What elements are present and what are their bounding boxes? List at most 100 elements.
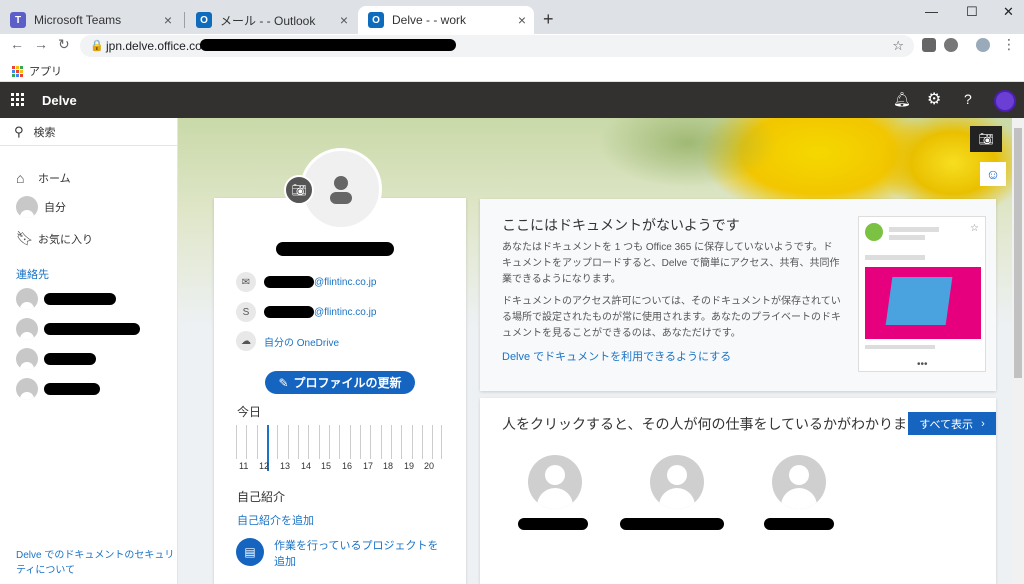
tab-label: メール - - Outlook bbox=[220, 13, 316, 28]
preview-avatar bbox=[865, 223, 883, 241]
tab-label: Microsoft Teams bbox=[34, 13, 122, 27]
home-icon: ⌂ bbox=[16, 170, 25, 186]
nav-me[interactable]: 自分 bbox=[16, 196, 66, 218]
star-icon: ☆ bbox=[970, 223, 979, 234]
pencil-icon: ✎ bbox=[278, 375, 289, 390]
user-avatar[interactable] bbox=[994, 90, 1016, 112]
tab-outlook[interactable]: O メール - - Outlook × bbox=[186, 6, 356, 34]
new-tab-button[interactable]: + bbox=[543, 9, 554, 30]
enable-documents-link[interactable]: Delve でドキュメントを利用できるようにする bbox=[502, 348, 731, 364]
scrollbar-thumb[interactable] bbox=[1014, 128, 1022, 378]
menu-kebab-icon[interactable]: ⋮ bbox=[1002, 36, 1016, 53]
search-icon: ⚲ bbox=[14, 123, 24, 139]
contact-item[interactable] bbox=[16, 288, 116, 310]
browser-tabstrip: T Microsoft Teams × O メール - - Outlook × … bbox=[0, 0, 1024, 34]
contact-item[interactable] bbox=[16, 318, 140, 340]
gear-icon[interactable]: ⚙ bbox=[927, 89, 941, 109]
avatar bbox=[16, 348, 38, 370]
app-launcher-icon[interactable] bbox=[11, 93, 24, 106]
change-photo-camera-icon[interactable]: 📷︎ bbox=[284, 175, 314, 205]
tab-teams[interactable]: T Microsoft Teams × bbox=[0, 6, 180, 34]
email-row[interactable]: ✉ @flintinc.co.jp bbox=[236, 272, 376, 292]
tab-divider bbox=[184, 12, 185, 28]
close-icon[interactable]: × bbox=[518, 12, 526, 28]
skype-row[interactable]: S @flintinc.co.jp bbox=[236, 302, 376, 322]
help-icon[interactable]: ? bbox=[964, 91, 972, 107]
avatar bbox=[16, 196, 38, 218]
avatar bbox=[16, 318, 38, 340]
close-icon[interactable]: × bbox=[340, 12, 348, 28]
forward-icon[interactable]: → bbox=[34, 36, 48, 52]
avatar bbox=[16, 378, 38, 400]
people-card-title: 人をクリックすると、その人が何の仕事をしているかがわかります bbox=[502, 416, 922, 432]
add-project-row[interactable]: ▤ 作業を行っているプロジェクトを追加 bbox=[236, 538, 444, 570]
outlook-icon: O bbox=[196, 12, 212, 28]
calendar-day: 20 bbox=[424, 461, 435, 471]
redacted-skype-user bbox=[264, 306, 314, 318]
url-text: jpn.delve.office.com/ bbox=[106, 39, 216, 53]
docs-card-text: ドキュメントのアクセス許可については、そのドキュメントが保存されている場所で設定… bbox=[502, 296, 841, 339]
show-all-button[interactable]: すべて表示 › bbox=[908, 412, 996, 435]
maximize-button[interactable]: ☐ bbox=[966, 4, 978, 20]
email-domain: @flintinc.co.jp bbox=[314, 276, 377, 288]
intro-header: 自己紹介 bbox=[237, 490, 286, 504]
contact-item[interactable] bbox=[16, 378, 100, 400]
calendar-day: 11 bbox=[239, 461, 249, 471]
nav-home-label: ホーム bbox=[38, 173, 71, 185]
cloud-icon: ☁ bbox=[236, 331, 256, 351]
browser-toolbar: ← → ↻ 🔒 jpn.delve.office.com/ ☆ ⋮ bbox=[0, 34, 1024, 58]
cloud-extension-icon[interactable] bbox=[944, 38, 958, 52]
update-profile-button[interactable]: ✎ プロファイルの更新 bbox=[265, 371, 415, 394]
contacts-header: 連絡先 bbox=[16, 269, 49, 281]
outlook-icon: O bbox=[368, 12, 384, 28]
calendar-day: 13 bbox=[280, 461, 291, 471]
security-link[interactable]: Delve でのドキュメントのセキュリティについて bbox=[16, 548, 176, 578]
nav-favorites[interactable]: 🔖︎ お気に入り bbox=[16, 230, 93, 247]
calendar-day: 19 bbox=[404, 461, 415, 471]
redacted-profile-name bbox=[276, 242, 394, 256]
back-icon[interactable]: ← bbox=[10, 36, 24, 52]
app-title[interactable]: Delve bbox=[42, 93, 77, 108]
person-avatar[interactable] bbox=[650, 455, 704, 509]
lock-icon: 🔒 bbox=[90, 40, 104, 52]
reload-icon[interactable]: ↻ bbox=[58, 36, 70, 53]
scrollbar[interactable] bbox=[1012, 118, 1024, 584]
redacted-person-name bbox=[764, 518, 834, 530]
calendar-strip[interactable]: 11 12 13 14 15 16 17 18 19 20 bbox=[236, 425, 442, 473]
tab-delve[interactable]: O Delve - - work × bbox=[358, 6, 534, 34]
extension-icon[interactable] bbox=[922, 38, 936, 52]
map-icon bbox=[885, 277, 953, 325]
smiley-feedback-icon[interactable]: ☺ bbox=[980, 162, 1006, 186]
close-icon[interactable]: × bbox=[164, 12, 172, 28]
update-profile-label: プロファイルの更新 bbox=[293, 376, 402, 390]
banner-camera-button[interactable]: 📷︎ bbox=[970, 126, 1002, 152]
bookmark-star-icon[interactable]: ☆ bbox=[892, 38, 904, 54]
minimize-button[interactable]: — bbox=[925, 4, 938, 19]
add-intro-link[interactable]: 自己紹介を追加 bbox=[237, 512, 314, 528]
address-bar[interactable]: 🔒 jpn.delve.office.com/ ☆ bbox=[80, 35, 914, 57]
add-project-link[interactable]: 作業を行っているプロジェクトを追加 bbox=[274, 538, 444, 570]
suite-header: Delve 🔔︎ ⚙ ? bbox=[0, 82, 1024, 118]
redacted-person-name bbox=[620, 518, 724, 530]
docs-card-title: ここにはドキュメントがないようです bbox=[502, 217, 740, 233]
docs-card-text: あなたはドキュメントを 1 つも Office 365 に保存していないようです… bbox=[502, 242, 840, 285]
window-close-button[interactable]: ✕ bbox=[1003, 4, 1014, 20]
search-label: 検索 bbox=[33, 126, 56, 139]
calendar-day: 17 bbox=[363, 461, 374, 471]
redacted-url bbox=[200, 39, 456, 51]
bookmarks-bar: アプリ bbox=[0, 58, 1024, 82]
avatar bbox=[16, 288, 38, 310]
calendar-day: 15 bbox=[321, 461, 332, 471]
person-avatar[interactable] bbox=[528, 455, 582, 509]
apps-shortcut[interactable]: アプリ bbox=[12, 63, 62, 79]
person-avatar[interactable] bbox=[772, 455, 826, 509]
nav-home[interactable]: ⌂ ホーム bbox=[16, 170, 71, 186]
calendar-day: 16 bbox=[342, 461, 353, 471]
search-box[interactable]: ⚲ 検索 bbox=[0, 118, 178, 146]
redacted-name bbox=[44, 353, 96, 365]
onedrive-row[interactable]: ☁ 自分の OneDrive bbox=[236, 331, 339, 351]
ellipsis-icon: ••• bbox=[917, 359, 928, 370]
contact-item[interactable] bbox=[16, 348, 96, 370]
bell-icon[interactable]: 🔔︎ bbox=[893, 91, 911, 108]
profile-avatar-icon[interactable] bbox=[976, 38, 990, 52]
